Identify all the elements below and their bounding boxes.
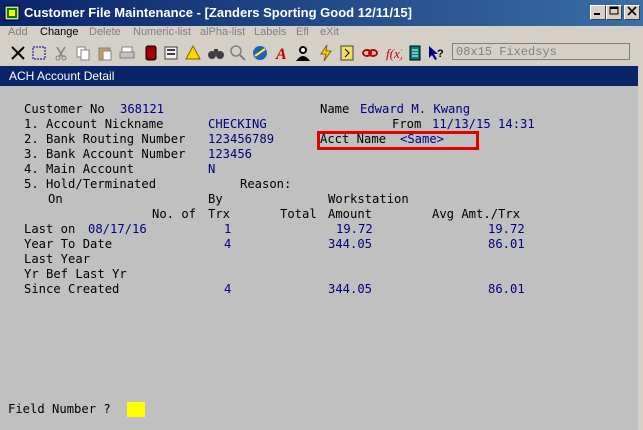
help-icon[interactable]: ? [427,44,445,62]
menu-efl[interactable]: Efl [296,26,309,38]
row-label: Last on [24,222,76,236]
row-avg: 19.72 [488,222,525,236]
field-5-label: 5. Hold/Terminated [24,177,157,191]
lightning-icon[interactable] [317,44,335,62]
link-icon[interactable] [361,44,379,62]
terminal-screen: ACH Account Detail Customer No 368121 Na… [0,66,638,430]
header-amount: Amount [328,207,373,221]
menu-numeric-list[interactable]: Numeric-list [133,26,191,38]
field-2-label: 2. Bank Routing Number [24,132,186,146]
svg-text:f(x): f(x) [386,46,402,61]
account-nickname-field[interactable]: CHECKING [208,117,267,132]
main-account-field[interactable]: N [208,162,215,177]
reason-label: Reason: [240,177,292,191]
customer-no-label: Customer No [24,102,105,116]
svg-text:A: A [275,46,287,62]
font-select[interactable]: 08x15 Fixedsys [452,43,630,60]
function-icon[interactable]: f(x) [384,44,402,62]
header-trx: Trx [208,207,231,221]
menu-delete[interactable]: Delete [89,26,121,38]
header-by: By [208,192,223,206]
magnifier-icon[interactable] [229,44,247,62]
app-icon[interactable] [4,5,20,21]
from-label: From [392,117,422,131]
name-value: Edward M. Kwang [360,102,471,116]
row-amount: 344.05 [328,237,373,251]
scrollbar[interactable] [638,66,643,430]
warning-icon[interactable] [184,44,202,62]
account-number-field[interactable]: 123456 [208,147,252,162]
routing-number-field[interactable]: 123456789 [208,132,274,147]
row-avg: 86.01 [488,237,525,251]
from-value: 11/13/15 14:31 [432,117,535,131]
row-label: Year To Date [24,237,113,251]
archive-icon[interactable] [162,44,180,62]
panel-title: ACH Account Detail [0,66,638,86]
field-number-input[interactable] [127,402,145,417]
row-trx: 1 [224,222,232,236]
row-avg: 86.01 [488,282,525,296]
select-icon[interactable] [30,44,48,62]
header-avg: Avg Amt./Trx [432,207,521,221]
window-title: Customer File Maintenance - [Zanders Spo… [24,5,412,20]
menu-add[interactable]: Add [8,26,28,38]
name-label: Name [320,102,350,116]
header-on: On [48,192,63,206]
row-label: Since Created [24,282,120,296]
row-label: Last Year [24,252,91,266]
binoculars-icon[interactable] [207,44,225,62]
field-4-label: 4. Main Account [24,162,135,176]
notes-icon[interactable] [406,44,424,62]
field-1-label: 1. Account Nickname [24,117,164,131]
print-icon[interactable] [118,44,136,62]
row-trx: 4 [224,282,232,296]
menu-bar: Add Change Delete Numeric-list alPha-lis… [0,26,643,42]
row-trx: 4 [224,237,232,251]
user-icon[interactable] [294,44,312,62]
font-a-icon[interactable]: A [272,44,290,62]
minimize-icon [594,13,600,15]
stop-icon[interactable] [142,44,160,62]
paste-icon[interactable] [96,44,114,62]
ball-icon[interactable] [251,44,269,62]
highlight-box [317,131,479,150]
header-workstation: Workstation [328,192,409,206]
menu-change[interactable]: Change [40,26,79,38]
header-total: Total [280,207,317,221]
copy-icon[interactable] [74,44,92,62]
close-icon [627,6,637,16]
menu-exit[interactable]: eXit [320,26,339,38]
svg-text:?: ? [437,48,444,60]
row-amount: 344.05 [328,282,373,296]
row-amount: 19.72 [336,222,373,236]
close-button[interactable] [624,5,640,20]
minimize-button[interactable] [590,5,606,20]
cut-icon[interactable] [52,44,70,62]
title-bar: Customer File Maintenance - [Zanders Spo… [0,0,643,26]
row-label: Yr Bef Last Yr [24,267,127,281]
maximize-icon [609,6,619,15]
cancel-icon[interactable] [9,44,27,62]
menu-alpha-list[interactable]: alPha-list [200,26,245,38]
menu-labels[interactable]: Labels [254,26,286,38]
maximize-button[interactable] [606,5,622,20]
field-number-prompt: Field Number ? [8,402,111,416]
row-date: 08/17/16 [88,222,147,236]
calculator-icon[interactable] [338,44,356,62]
field-3-label: 3. Bank Account Number [24,147,186,161]
header-no-of: No. of [152,207,197,221]
customer-no-value: 368121 [120,102,165,116]
